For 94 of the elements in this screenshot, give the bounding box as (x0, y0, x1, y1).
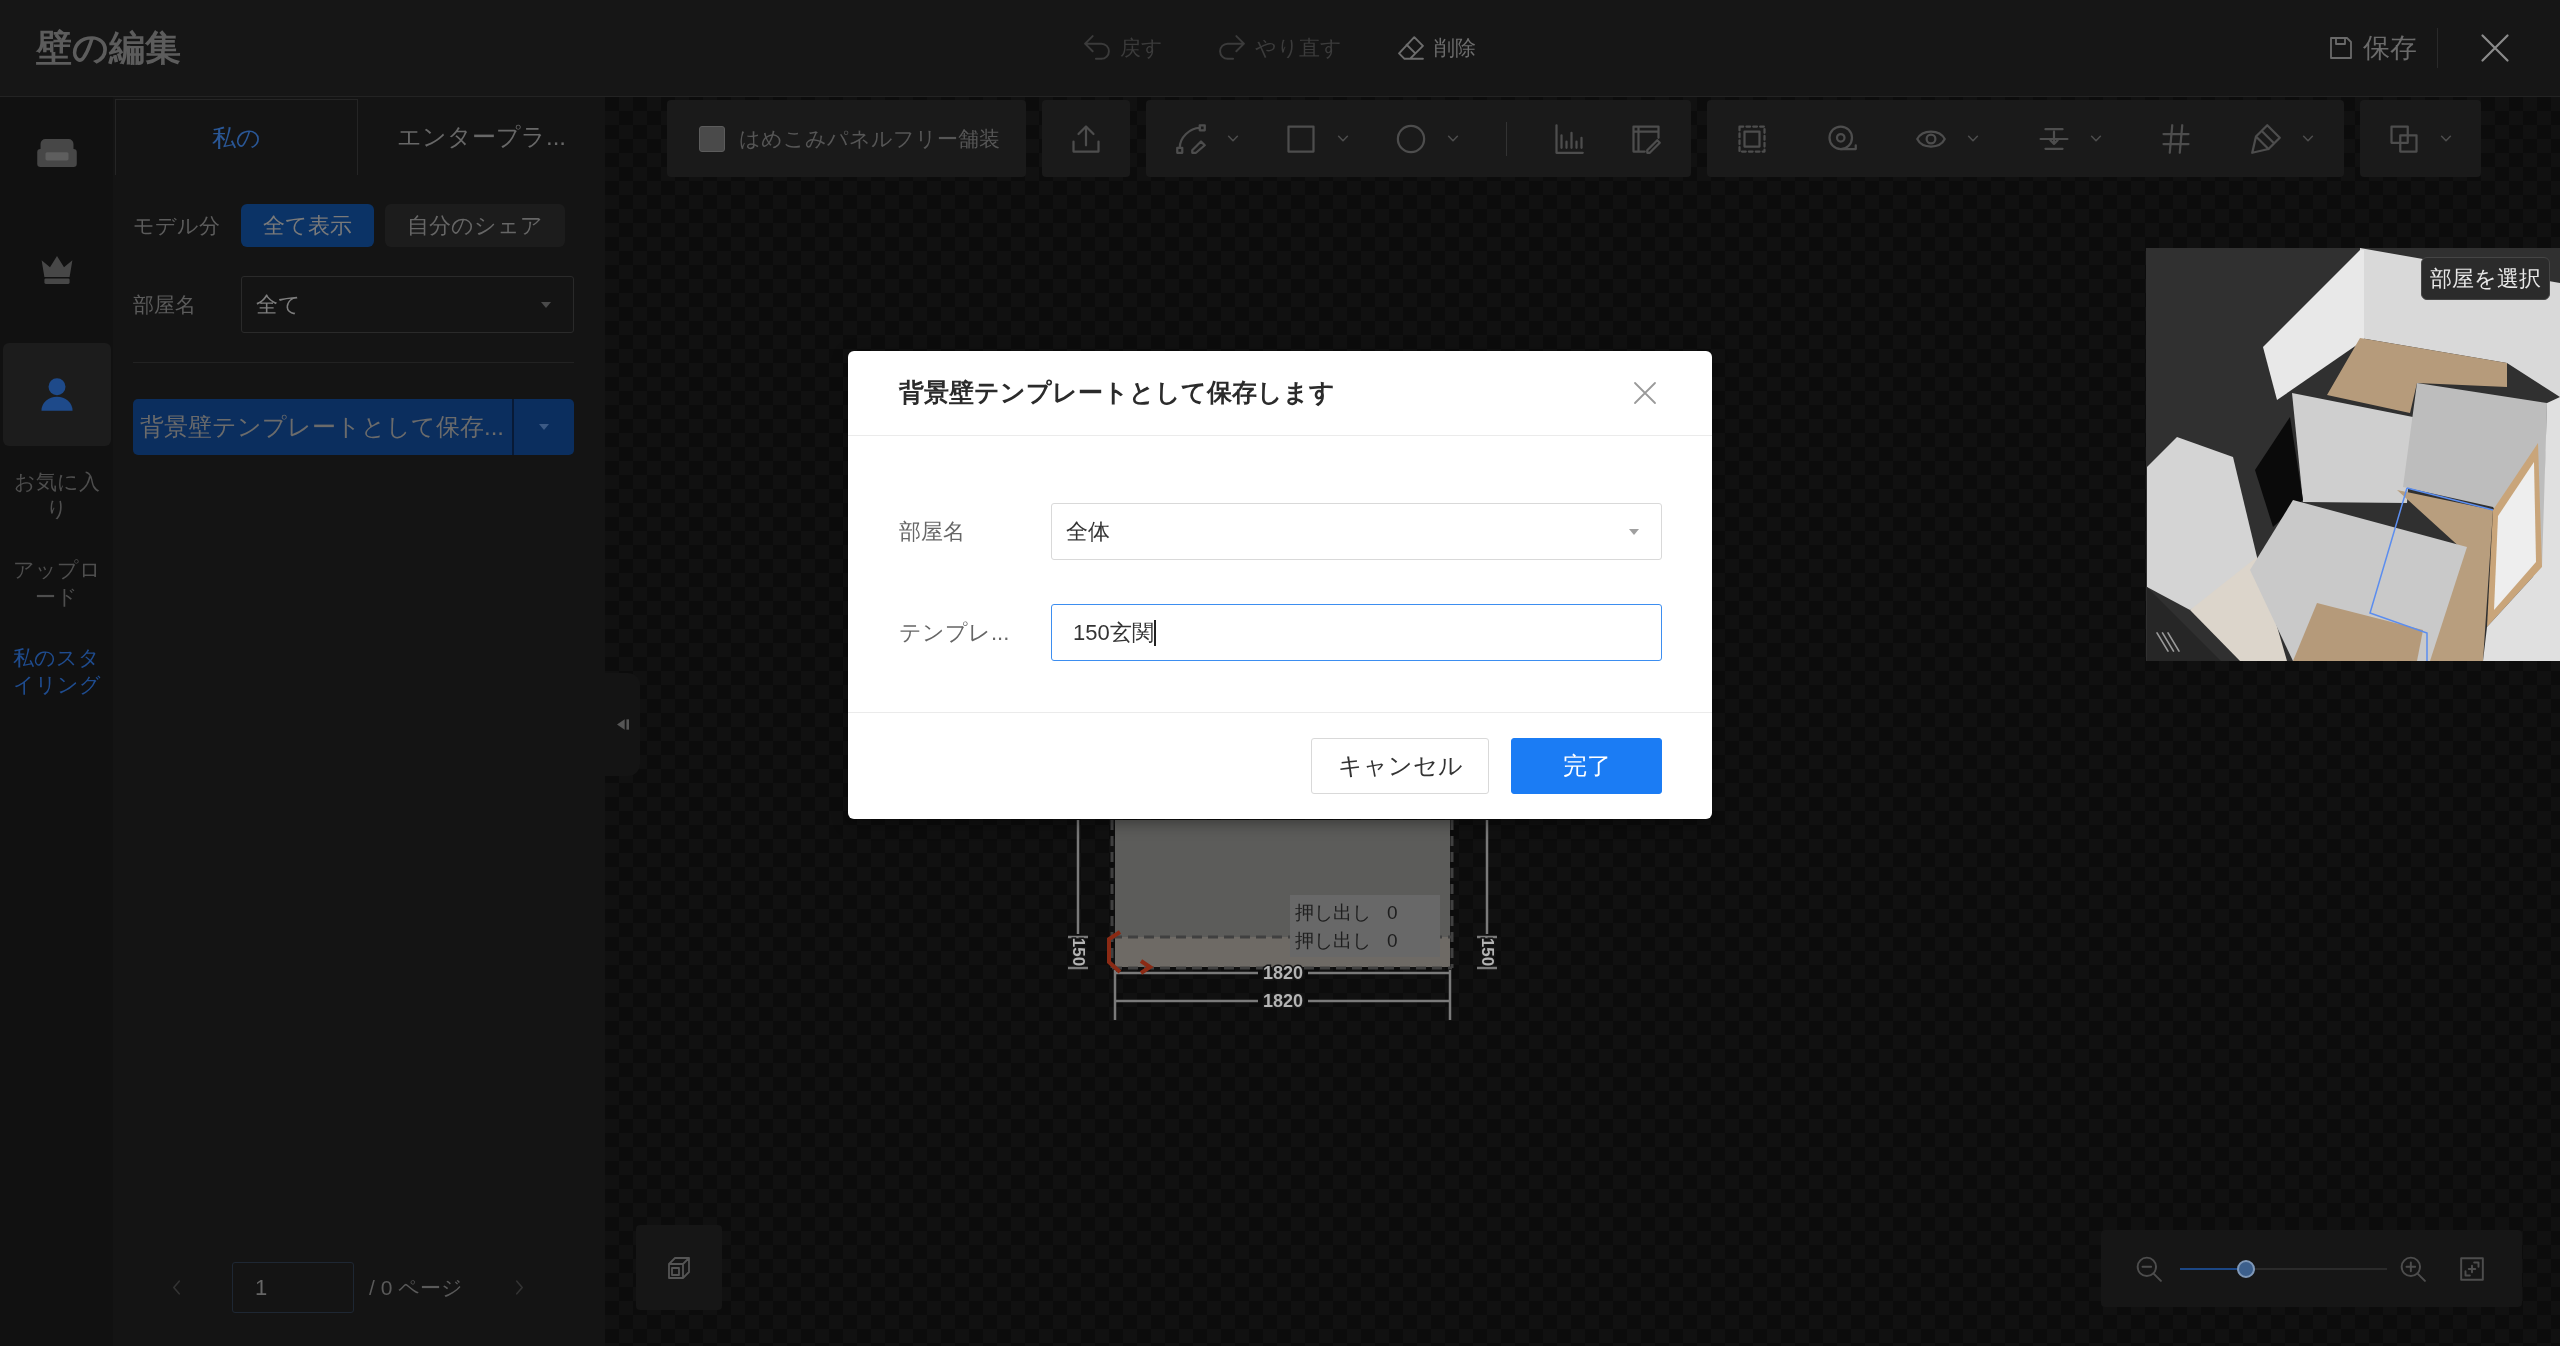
dashed-frame-icon (1737, 123, 1767, 154)
delete-button[interactable]: 削除 (1398, 32, 1476, 64)
collapse-icon (616, 719, 629, 730)
bar-chart-icon (1554, 123, 1584, 154)
zoom-out-icon[interactable] (2136, 1255, 2162, 1282)
extrusion-value: 0 (1387, 901, 1398, 923)
eye-icon (1916, 129, 1947, 148)
window-title: 壁の編集 (36, 26, 181, 70)
chevron-down-icon (1967, 135, 1980, 142)
cube-icon (667, 1255, 691, 1280)
view-3d-button[interactable] (636, 1225, 722, 1310)
visibility-button[interactable] (1916, 129, 1980, 148)
hash-icon (2161, 123, 2192, 154)
brush-icon (2250, 123, 2281, 154)
eraser-icon (1398, 35, 1424, 61)
upload-button[interactable] (1071, 123, 1101, 154)
page-input[interactable]: 1 (232, 1262, 354, 1313)
select-room-button[interactable]: 部屋を選択 (2421, 257, 2550, 300)
save-icon (2329, 36, 2353, 60)
extrusion-label: 押し出し (1295, 901, 1371, 923)
chevron-down-icon (2089, 135, 2102, 142)
filter-button[interactable]: 自分のシェア (385, 204, 565, 247)
grid-button[interactable] (2161, 123, 2192, 154)
confirm-button[interactable]: 完了 (1511, 738, 1662, 794)
dialog-title: 背景壁テンプレートとして保存します (899, 377, 1335, 409)
table-pencil-icon (1631, 123, 1661, 154)
chevron-marker-icon (1139, 959, 1154, 975)
align-line-icon (2038, 127, 2069, 150)
save-button[interactable]: 保存 (2329, 27, 2417, 69)
chevron-down-icon (1337, 135, 1349, 142)
circle-icon (1396, 123, 1426, 154)
align-button[interactable] (2038, 127, 2102, 150)
extrusion-value: 0 (1387, 929, 1398, 951)
frame-button[interactable] (1737, 123, 1767, 154)
person-icon (39, 378, 74, 411)
copy-icon (2389, 123, 2419, 154)
circle-tool-button[interactable] (1396, 123, 1459, 154)
sidebar-item[interactable] (2, 343, 111, 446)
checkbox-label: はめこみパネルフリー舗装 (739, 125, 1000, 152)
filter-button[interactable]: 全て表示 (241, 204, 374, 247)
redo-icon (1219, 35, 1245, 61)
dimension-button[interactable] (1554, 123, 1584, 154)
caret-icon (539, 424, 549, 430)
dimension-label: 150 (1477, 937, 1497, 967)
chevron-left-icon[interactable] (172, 1280, 181, 1295)
upload-icon (1071, 123, 1101, 154)
checkbox[interactable] (699, 125, 725, 152)
zoom-in-icon[interactable] (2400, 1255, 2426, 1282)
brush-button[interactable] (2250, 123, 2314, 154)
crown-icon (39, 256, 74, 284)
square-icon (1286, 123, 1316, 154)
pen-curve-icon (1176, 123, 1206, 154)
cancel-button[interactable]: キャンセル (1311, 738, 1489, 794)
filter-label: モデル分 (133, 212, 221, 239)
chevron-down-icon (1227, 135, 1239, 142)
room-select[interactable]: 全て (241, 276, 574, 333)
field-label: テンプレ... (899, 619, 1011, 647)
sofa-icon (36, 139, 77, 167)
sidebar-item[interactable]: 私のスタイリング (12, 644, 101, 698)
text-cursor (1153, 619, 1156, 646)
field-label: 部屋名 (899, 518, 966, 546)
room-select[interactable]: 全体 (1051, 503, 1662, 560)
sidebar-item[interactable]: アップロード (12, 556, 101, 610)
tab[interactable]: エンタープラ... (358, 99, 605, 175)
dimension-label: 150 (1068, 937, 1088, 967)
room-label: 部屋名 (133, 291, 197, 318)
caret-icon (541, 301, 551, 308)
slider-thumb[interactable] (2237, 1259, 2256, 1278)
chevron-down-icon (1447, 135, 1459, 142)
save-template-button[interactable]: 背景壁テンプレートとして保存... (133, 399, 512, 455)
close-button[interactable] (2480, 33, 2510, 63)
dimension-label: 1820 (1263, 991, 1303, 1011)
page-count: / 0 ページ (369, 1274, 464, 1301)
edit-sheet-button[interactable] (1631, 123, 1661, 154)
copy-button[interactable] (2389, 123, 2452, 154)
sidebar-item[interactable]: お気に入り (12, 468, 101, 522)
chevron-down-icon (2440, 135, 2452, 142)
template-name-input[interactable]: 150玄関 (1051, 604, 1662, 661)
chevron-down-icon (2301, 135, 2314, 142)
extrusion-label: 押し出し (1295, 929, 1371, 951)
close-icon (1633, 381, 1657, 405)
pen-tool-button[interactable] (1176, 123, 1239, 154)
rectangle-tool-button[interactable] (1286, 123, 1349, 154)
square-plus-icon[interactable] (2459, 1255, 2485, 1282)
zoom-slider[interactable] (2180, 1259, 2387, 1278)
corner-marker-icon (1107, 930, 1122, 974)
grip-lines-icon (2155, 631, 2181, 653)
close-button[interactable] (1633, 381, 1657, 405)
close-icon (2480, 33, 2510, 63)
tab[interactable]: 私の (115, 99, 358, 175)
undo-icon (1084, 35, 1110, 61)
dimension-label: 1820 (1263, 963, 1303, 983)
caret-icon (1629, 528, 1639, 535)
chevron-right-icon[interactable] (515, 1280, 525, 1295)
